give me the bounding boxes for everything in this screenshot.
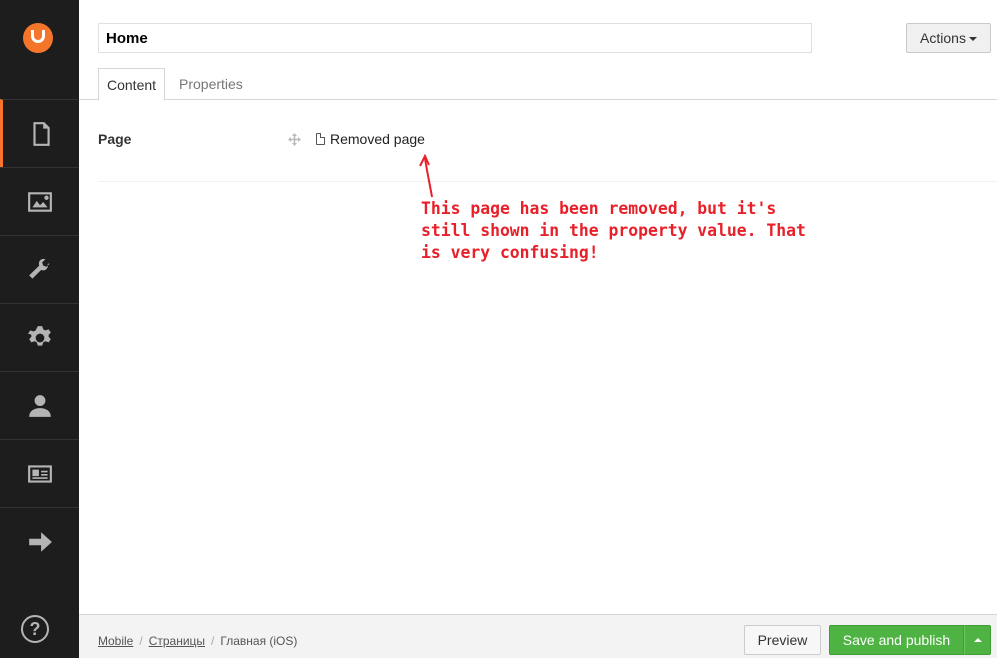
tab-properties[interactable]: Properties: [171, 68, 251, 100]
sidebar-item-forms[interactable]: [0, 507, 79, 575]
annotation-note: This page has been removed, but it's sti…: [421, 199, 806, 262]
sidebar-item-content[interactable]: [0, 99, 79, 167]
picked-node-name[interactable]: Removed page: [330, 131, 425, 147]
property-divider: [98, 181, 997, 182]
forms-icon: [28, 531, 52, 552]
document-icon: [316, 133, 325, 145]
content-tabs: Content Properties: [79, 68, 997, 101]
editor-footer: Mobile / Страницы / Главная (iOS) Preview Sa…: [79, 614, 997, 658]
umbraco-logo-icon[interactable]: [23, 23, 53, 53]
settings-icon: [27, 325, 51, 346]
app-sidebar: ?: [0, 0, 79, 658]
sidebar-item-users[interactable]: [0, 371, 79, 439]
node-name-input[interactable]: [98, 23, 812, 53]
breadcrumb-separator: /: [211, 634, 215, 648]
sidebar-item-developer[interactable]: [0, 235, 79, 303]
breadcrumb-item-pages[interactable]: Страницы: [149, 634, 205, 648]
members-icon: [27, 464, 52, 483]
breadcrumb-item-current: Главная (iOS): [220, 634, 298, 648]
chevron-down-icon: [968, 37, 977, 42]
chevron-up-icon: [974, 638, 982, 642]
content-icon: [33, 121, 50, 146]
actions-button[interactable]: Actions: [906, 23, 991, 53]
save-and-publish-button[interactable]: Save and publish: [829, 625, 964, 655]
publish-options-button[interactable]: [964, 625, 991, 655]
sidebar-item-media[interactable]: [0, 167, 79, 235]
sidebar-item-settings[interactable]: [0, 303, 79, 371]
actions-button-label: Actions: [920, 30, 966, 46]
developer-icon: [28, 258, 50, 279]
annotation-arrow-icon: [419, 153, 433, 198]
users-icon: [28, 394, 51, 417]
breadcrumb-item-mobile[interactable]: Mobile: [98, 634, 133, 648]
preview-button[interactable]: Preview: [744, 625, 821, 655]
help-icon[interactable]: ?: [21, 615, 49, 643]
sidebar-item-members[interactable]: [0, 439, 79, 507]
media-icon: [27, 191, 52, 212]
move-icon[interactable]: [288, 133, 301, 146]
tab-content[interactable]: Content: [98, 68, 166, 101]
breadcrumb-separator: /: [139, 634, 143, 648]
breadcrumb: Mobile / Страницы / Главная (iOS): [98, 634, 297, 648]
property-label: Page: [98, 131, 132, 147]
